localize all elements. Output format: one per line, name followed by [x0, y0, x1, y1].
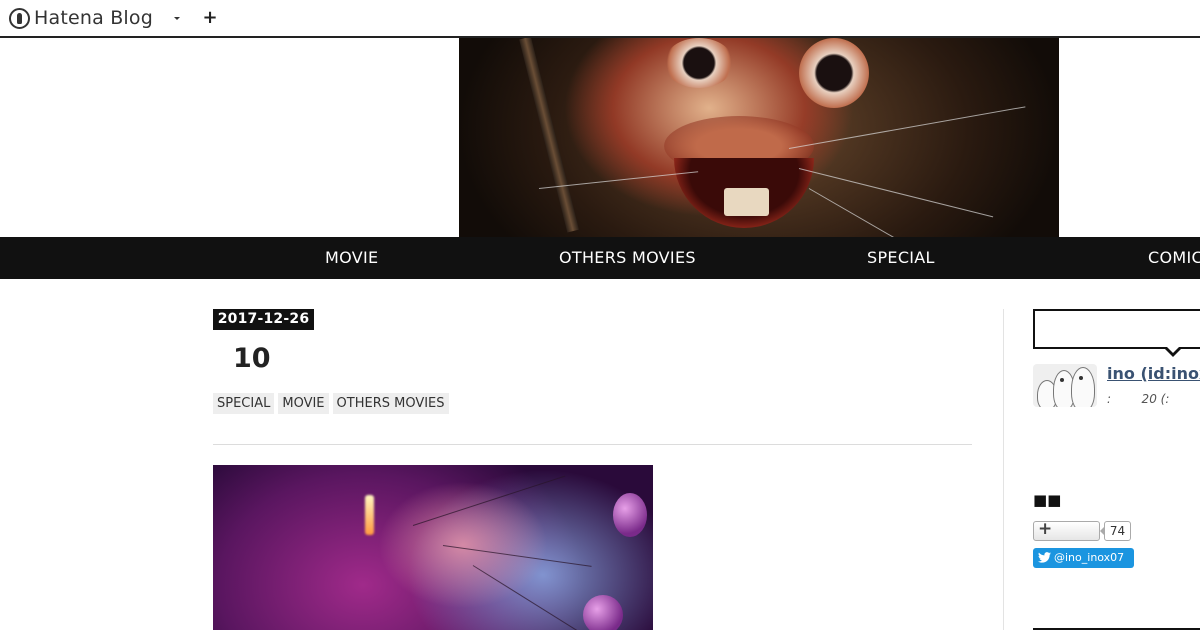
entry-image[interactable]	[213, 465, 653, 630]
profile-meta: : 20 (:	[1107, 392, 1170, 406]
profile-name-link[interactable]: ino (id:inox	[1107, 364, 1200, 383]
nav-item-special[interactable]: SPECIAL	[867, 237, 935, 279]
hatena-topbar: Hatena Blog +	[0, 0, 1200, 38]
entry-image-whisker	[412, 475, 566, 526]
avatar-figure	[1071, 367, 1095, 407]
hatena-blog-logo[interactable]: Hatena Blog	[9, 5, 153, 31]
header-image-left-eye	[664, 38, 734, 88]
category-nav: MOVIE OTHERS MOVIES SPECIAL COMIC	[0, 237, 1200, 279]
follower-count: 74	[1100, 521, 1131, 541]
profile-speech-box	[1033, 309, 1200, 349]
entry-date[interactable]: 2017-12-26	[213, 309, 314, 330]
header-image-whisker	[798, 168, 994, 218]
hatena-pen-icon	[9, 7, 30, 29]
header-image-teeth	[724, 188, 769, 216]
nav-item-movie[interactable]: MOVIE	[325, 237, 378, 279]
twitter-handle: @ino_inox07	[1054, 551, 1125, 564]
header-image-right-eye	[799, 38, 869, 108]
category-tag-special[interactable]: SPECIAL	[213, 393, 275, 414]
entry-image-whisker	[472, 565, 584, 630]
sidebar-section-title: ■■	[1033, 491, 1062, 509]
avatar-eye	[1060, 378, 1064, 382]
content-sidebar-divider	[1003, 309, 1004, 630]
speech-box-tail-inner	[1166, 346, 1180, 353]
header-image-whisker	[788, 106, 1026, 149]
entry-image-orb	[613, 493, 647, 537]
follow-button[interactable]	[1033, 519, 1100, 541]
avatar-eye	[1079, 376, 1083, 380]
nav-item-others-movies[interactable]: OTHERS MOVIES	[559, 237, 696, 279]
entry-image-whisker	[442, 545, 592, 567]
entry-title[interactable]: 10	[233, 341, 271, 377]
entry-image-orb	[583, 595, 623, 630]
entry-image-light	[365, 495, 374, 535]
entry-divider	[213, 444, 972, 445]
twitter-bird-icon	[1038, 552, 1051, 563]
header-image[interactable]	[459, 38, 1059, 237]
category-tag-movie[interactable]: MOVIE	[278, 393, 329, 414]
entry-categories: SPECIAL MOVIE OTHERS MOVIES	[213, 393, 449, 414]
logo-text: Hatena Blog	[34, 7, 153, 29]
header-image-whisker	[808, 188, 966, 237]
twitter-follow-button[interactable]: @ino_inox07	[1033, 548, 1134, 568]
category-tag-others-movies[interactable]: OTHERS MOVIES	[332, 393, 449, 414]
add-button[interactable]: +	[201, 8, 219, 28]
caret-down-icon[interactable]	[170, 10, 184, 26]
nav-item-comic[interactable]: COMIC	[1148, 237, 1200, 279]
avatar[interactable]	[1033, 364, 1097, 407]
header-image-stick	[519, 38, 579, 233]
